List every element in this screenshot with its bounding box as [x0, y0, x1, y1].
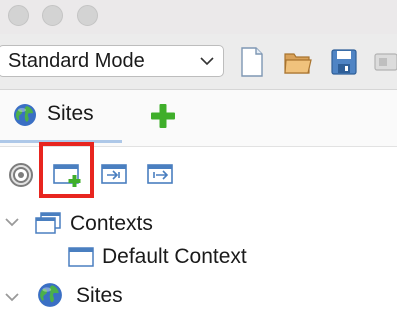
export-context-icon[interactable]	[146, 160, 176, 195]
mode-select-value: Standard Mode	[8, 50, 145, 72]
open-session-icon[interactable]	[283, 46, 313, 78]
zoom-window-button[interactable]	[77, 5, 98, 26]
new-session-icon[interactable]	[237, 46, 267, 78]
sites-tree: Contexts Default Context Sites	[0, 203, 397, 320]
tab-bar: Sites	[0, 90, 397, 146]
chevron-down-icon	[199, 46, 215, 85]
tree-item-sites[interactable]: Sites	[76, 284, 123, 308]
tree-item-contexts[interactable]: Contexts	[70, 212, 153, 236]
title-bar	[0, 0, 397, 34]
main-toolbar: Standard Mode	[0, 34, 397, 90]
context-window-icon	[67, 245, 95, 275]
mode-select[interactable]: Standard Mode	[0, 45, 224, 77]
plus-icon[interactable]	[150, 103, 176, 129]
chevron-down-icon[interactable]	[4, 215, 20, 234]
minimize-window-button[interactable]	[42, 5, 63, 26]
context-folder-icon	[34, 211, 62, 243]
chevron-down-icon[interactable]	[4, 290, 20, 309]
import-context-icon[interactable]	[100, 160, 130, 195]
close-window-button[interactable]	[8, 5, 29, 26]
target-icon[interactable]	[8, 162, 34, 193]
tree-item-default-context[interactable]: Default Context	[102, 245, 247, 269]
globe-icon	[37, 282, 63, 314]
highlight-box	[39, 142, 94, 198]
save-session-icon[interactable]	[329, 46, 359, 78]
tab-sites[interactable]: Sites	[0, 90, 122, 143]
properties-icon[interactable]	[373, 46, 397, 78]
globe-icon	[13, 103, 37, 127]
tab-sites-label: Sites	[47, 102, 94, 125]
